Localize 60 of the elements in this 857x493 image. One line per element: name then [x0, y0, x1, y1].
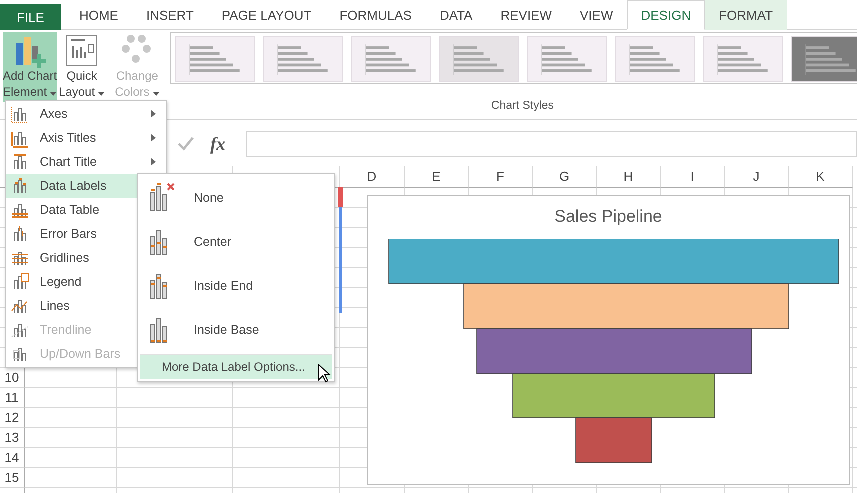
ribbon-tab[interactable]: DATA — [426, 0, 487, 30]
ribbon-button[interactable]: Add Chart Element — [3, 32, 58, 102]
funnel-bar[interactable] — [463, 284, 789, 330]
row-header[interactable]: 15 — [0, 468, 25, 488]
ribbon-tab[interactable]: DESIGN — [627, 0, 706, 30]
chart-element-icon — [10, 104, 30, 124]
column-header[interactable]: I — [661, 166, 725, 188]
row-header[interactable]: 11 — [0, 388, 25, 408]
chart-style-thumbnail[interactable] — [526, 36, 607, 82]
menu-item[interactable]: Axis Titles — [6, 126, 166, 150]
caret-icon — [152, 92, 160, 96]
submenu-arrow-icon — [151, 158, 156, 166]
menu-item[interactable]: Axes — [6, 102, 166, 126]
chart-style-thumbnail[interactable] — [702, 36, 783, 82]
menu-item[interactable]: More Data Label Options... — [140, 354, 332, 379]
ribbon-tab[interactable]: HOME — [65, 0, 132, 30]
submenu-item[interactable]: Inside End — [138, 264, 334, 308]
caret-icon — [98, 92, 106, 96]
caret-icon — [50, 92, 58, 96]
submenu-arrow-icon — [151, 134, 156, 142]
data-label-position-icon — [148, 183, 176, 213]
menu-item[interactable]: Chart Title — [6, 150, 166, 174]
column-header[interactable]: F — [469, 166, 533, 188]
row-header[interactable]: 12 — [0, 408, 25, 428]
ribbon-tab[interactable]: REVIEW — [486, 0, 566, 30]
chart-style-thumbnail[interactable] — [438, 36, 519, 82]
column-header[interactable]: K — [789, 166, 853, 188]
column-header[interactable]: H — [597, 166, 661, 188]
chart-style-thumbnail[interactable] — [790, 36, 857, 82]
row-header[interactable]: 14 — [0, 448, 25, 468]
chart-title[interactable]: Sales Pipeline — [554, 207, 662, 227]
chart-style-thumbnail[interactable] — [350, 36, 431, 82]
funnel-bar[interactable] — [388, 239, 838, 284]
ribbon-tab[interactable]: INSERT — [132, 0, 208, 30]
submenu-arrow-icon — [151, 110, 156, 118]
column-header[interactable]: D — [340, 166, 405, 188]
formula-input-field[interactable] — [246, 131, 857, 157]
ribbon-button[interactable]: Quick Layout — [59, 32, 106, 102]
layout-icon — [65, 34, 100, 68]
chart-area[interactable]: Sales Pipeline — [367, 195, 850, 485]
column-header[interactable]: G — [533, 166, 597, 188]
file-tab[interactable]: FILE — [0, 4, 62, 30]
ribbon-tab[interactable]: PAGE LAYOUT — [208, 0, 326, 30]
chart-add-icon — [13, 34, 48, 68]
column-header[interactable]: J — [725, 166, 789, 188]
chart-style-thumbnail[interactable] — [174, 36, 255, 82]
submenu-item[interactable]: Inside Base — [138, 308, 334, 352]
ribbon-tab[interactable]: FORMULAS — [326, 0, 426, 30]
enter-check-icon[interactable] — [177, 136, 195, 152]
insert-function-button[interactable]: fx — [204, 134, 232, 154]
funnel-bar[interactable] — [512, 374, 715, 418]
row-header[interactable]: 13 — [0, 428, 25, 448]
column-header[interactable]: E — [405, 166, 469, 188]
chart-style-thumbnail[interactable] — [614, 36, 695, 82]
ribbon-tab[interactable]: FORMAT — [705, 0, 788, 30]
group-label: Chart Styles — [491, 100, 554, 112]
ribbon-tab[interactable]: VIEW — [566, 0, 628, 30]
range-handle[interactable] — [338, 187, 343, 207]
chart-style-thumbnail[interactable] — [262, 36, 343, 82]
submenu-item[interactable]: Center — [138, 220, 334, 264]
